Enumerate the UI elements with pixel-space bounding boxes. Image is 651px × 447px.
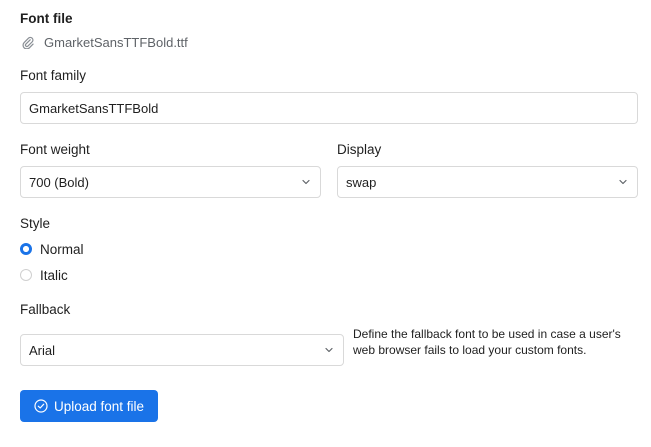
- style-option-label: Italic: [40, 267, 68, 283]
- font-weight-select[interactable]: 700 (Bold): [20, 166, 321, 198]
- font-file-name: GmarketSansTTFBold.ttf: [44, 34, 188, 50]
- font-file-label: Font file: [20, 11, 73, 26]
- fallback-value: Arial: [29, 342, 56, 358]
- display-value: swap: [346, 174, 377, 190]
- chevron-down-icon: [323, 344, 335, 356]
- font-file-row[interactable]: GmarketSansTTFBold.ttf: [20, 33, 188, 51]
- fallback-help-text: Define the fallback font to be used in c…: [353, 327, 621, 357]
- chevron-down-icon: [300, 176, 312, 188]
- style-option-normal[interactable]: Normal: [20, 240, 84, 258]
- check-circle-icon: [34, 399, 48, 413]
- upload-font-file-button[interactable]: Upload font file: [20, 390, 158, 422]
- radio-unchecked[interactable]: [20, 269, 32, 281]
- font-family-input[interactable]: GmarketSansTTFBold: [20, 92, 638, 124]
- font-weight-value: 700 (Bold): [29, 174, 89, 190]
- font-family-label: Font family: [20, 68, 87, 83]
- font-weight-label: Font weight: [20, 142, 90, 157]
- chevron-down-icon: [617, 176, 629, 188]
- paperclip-icon: [20, 34, 36, 50]
- display-select[interactable]: swap: [337, 166, 638, 198]
- radio-checked[interactable]: [20, 243, 32, 255]
- style-option-italic[interactable]: Italic: [20, 266, 68, 284]
- fallback-label: Fallback: [20, 302, 71, 317]
- style-option-label: Normal: [40, 241, 84, 257]
- style-label: Style: [20, 216, 51, 231]
- font-family-value: GmarketSansTTFBold: [29, 100, 159, 116]
- fallback-select[interactable]: Arial: [20, 334, 344, 366]
- upload-button-label: Upload font file: [53, 398, 145, 414]
- display-label: Display: [337, 142, 382, 157]
